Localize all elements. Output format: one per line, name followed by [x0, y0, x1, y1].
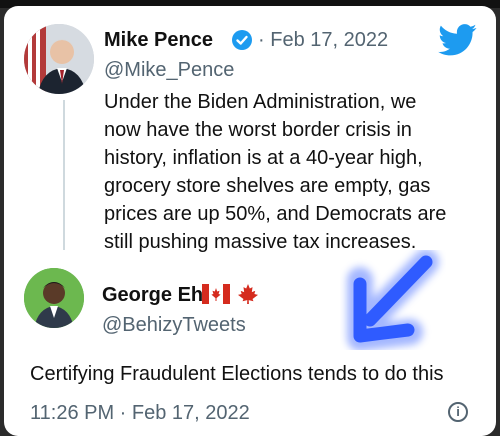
tweet-date[interactable]: · Feb 17, 2022 [258, 29, 388, 52]
reply-author-handle[interactable]: @BehizyTweets [102, 314, 246, 337]
reply-body: Certifying Fraudulent Elections tends to… [30, 363, 444, 385]
george-eh-avatar[interactable] [24, 268, 84, 328]
tweet-body: Under the Biden Administration, we now h… [104, 88, 446, 256]
maple-leaf-icon [238, 284, 258, 304]
thread-connector-line [63, 100, 65, 250]
date-value: Feb 17, 2022 [270, 29, 389, 51]
info-icon[interactable]: i [448, 402, 468, 422]
tweet-line: prices are up 50%, and Democrats are [104, 203, 447, 225]
twitter-bird-icon[interactable] [438, 24, 478, 56]
canada-flag-icon [202, 284, 230, 304]
reply-timestamp[interactable]: 11:26 PM · Feb 17, 2022 [30, 402, 250, 425]
mike-pence-avatar[interactable] [24, 24, 94, 94]
tweet-line: Under the Biden Administration, we [104, 91, 417, 113]
date-separator: · [258, 29, 265, 51]
tweet-line: history, inflation is at a 40-year high, [104, 147, 423, 169]
verified-badge-icon [232, 30, 252, 50]
blue-arrow-icon [347, 250, 439, 350]
author-name[interactable]: Mike Pence [104, 29, 213, 52]
reply-author-name[interactable]: George Eh [102, 284, 203, 307]
tweet-line: grocery store shelves are empty, gas [104, 175, 431, 197]
author-handle[interactable]: @Mike_Pence [104, 59, 234, 82]
tweet-line: now have the worst border crisis in [104, 119, 412, 141]
